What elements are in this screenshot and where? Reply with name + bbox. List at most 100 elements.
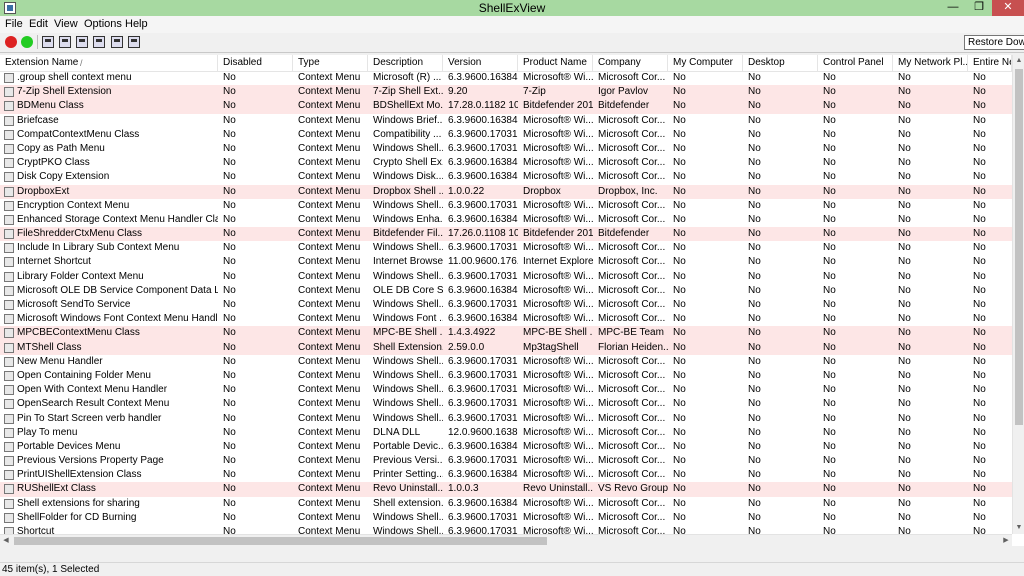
table-row[interactable]: Portable Devices Menu No Context Menu Porta… xyxy=(0,440,1012,454)
properties-icon[interactable] xyxy=(111,36,123,48)
table-row[interactable]: Open With Context Menu Handler No Context … xyxy=(0,383,1012,397)
cell-version: 6.3.9600.17031 ... xyxy=(448,199,518,211)
table-row[interactable]: RUShellExt Class No Context Menu Revo Unins… xyxy=(0,482,1012,497)
cell-my-network-places: No xyxy=(898,256,911,268)
cell-disabled: No xyxy=(223,72,236,83)
cell-company: Microsoft Cor... xyxy=(598,398,666,410)
table-row[interactable]: Open Containing Folder Menu No Context Men… xyxy=(0,369,1012,383)
cell-disabled: No xyxy=(223,100,236,112)
cell-product-name: Microsoft® Wi... xyxy=(523,299,593,310)
cell-type: Context Menu xyxy=(298,426,361,438)
menu-view[interactable]: View xyxy=(54,18,78,30)
table-row[interactable]: Disk Copy Extension No Context Menu Windows… xyxy=(0,170,1012,184)
table-row[interactable]: Library Folder Context Menu No Context Men… xyxy=(0,270,1012,284)
cell-description: Windows Disk... xyxy=(373,171,443,183)
cell-company: Dropbox, Inc. xyxy=(598,185,658,197)
column-header-desktop[interactable]: Desktop xyxy=(743,55,818,71)
cell-description: DLNA DLL xyxy=(373,426,421,438)
html-report-icon[interactable] xyxy=(93,36,105,48)
vertical-scrollbar[interactable]: ▲ ▼ xyxy=(1012,55,1024,534)
column-header-product-name[interactable]: Product Name xyxy=(518,55,593,71)
table-row[interactable]: Encryption Context Menu No Context Menu Win… xyxy=(0,199,1012,213)
scroll-left-icon[interactable]: ◀ xyxy=(0,535,12,546)
vertical-scroll-thumb[interactable] xyxy=(1015,69,1023,425)
cell-my-network-places: No xyxy=(898,242,911,254)
table-row[interactable]: CompatContextMenu Class No Context Menu Com… xyxy=(0,128,1012,142)
menu-file[interactable]: File xyxy=(5,18,23,30)
table-row[interactable]: Internet Shortcut No Context Menu Internet … xyxy=(0,255,1012,269)
column-header-extension-name[interactable]: Extension Name / xyxy=(0,55,218,71)
table-row[interactable]: DropboxExt No Context Menu Dropbox Shell ..… xyxy=(0,184,1012,199)
table-row[interactable]: Microsoft SendTo Service No Context Menu Wi… xyxy=(0,298,1012,312)
cell-disabled: No xyxy=(223,128,236,140)
column-header-type[interactable]: Type xyxy=(293,55,368,71)
column-header-my-computer[interactable]: My Computer xyxy=(668,55,743,71)
cell-desktop: No xyxy=(748,213,761,225)
minimize-button[interactable]: — xyxy=(940,0,966,16)
table-row[interactable]: Previous Versions Property Page No Context… xyxy=(0,454,1012,468)
save-icon[interactable] xyxy=(42,36,54,48)
cell-my-network-places: No xyxy=(898,213,911,225)
cell-desktop: No xyxy=(748,341,761,353)
table-row[interactable]: .group shell context menu No Context Menu M… xyxy=(0,71,1012,85)
menu-options[interactable]: Options xyxy=(84,18,122,30)
column-header-my-network-places[interactable]: My Network Pl... xyxy=(893,55,968,71)
table-row[interactable]: OpenSearch Result Context Menu No Context … xyxy=(0,397,1012,411)
cell-my-computer: No xyxy=(673,284,686,296)
table-row[interactable]: Play To menu No Context Menu DLNA DLL 12.0.9… xyxy=(0,426,1012,440)
column-header-entire-network[interactable]: Entire Net xyxy=(968,55,1012,71)
column-header-company[interactable]: Company xyxy=(593,55,668,71)
table-row[interactable]: MPCBEContextMenu Class No Context Menu MPC-… xyxy=(0,326,1012,341)
exit-icon[interactable] xyxy=(128,36,140,48)
table-row[interactable]: Enhanced Storage Context Menu Handler Cl… xyxy=(0,213,1012,227)
menu-help[interactable]: Help xyxy=(125,18,148,30)
cell-my-network-places: No xyxy=(898,72,911,83)
restore-down-button[interactable]: ❐ xyxy=(966,0,992,16)
cell-control-panel: No xyxy=(823,228,836,240)
title-bar: ShellExView — ❐ ✕ xyxy=(0,0,1024,16)
menu-edit[interactable]: Edit xyxy=(29,18,48,30)
cell-control-panel: No xyxy=(823,284,836,296)
table-row[interactable]: PrintUIShellExtension Class No Context Men… xyxy=(0,468,1012,482)
table-row[interactable]: BDMenu Class No Context Menu BDShellExt Mo.… xyxy=(0,99,1012,114)
table-row[interactable]: Pin To Start Screen verb handler No Contex… xyxy=(0,412,1012,426)
table-row[interactable]: ShellFolder for CD Burning No Context Menu… xyxy=(0,511,1012,525)
cell-extension-name: MPCBEContextMenu Class xyxy=(17,327,140,339)
cell-extension-name: Library Folder Context Menu xyxy=(17,270,144,282)
table-row[interactable]: Microsoft Windows Font Context Menu Hand… xyxy=(0,312,1012,326)
table-row[interactable]: FileShredderCtxMenu Class No Context Menu B… xyxy=(0,227,1012,242)
scroll-down-icon[interactable]: ▼ xyxy=(1013,522,1024,534)
copy-icon[interactable] xyxy=(76,36,88,48)
table-row[interactable]: Copy as Path Menu No Context Menu Windows S… xyxy=(0,142,1012,156)
table-row[interactable]: Shell extensions for sharing No Context Me… xyxy=(0,497,1012,511)
scroll-right-icon[interactable]: ▶ xyxy=(1000,535,1012,546)
column-header-disabled[interactable]: Disabled xyxy=(218,55,293,71)
enable-item-icon[interactable] xyxy=(21,36,33,48)
table-row[interactable]: MTShell Class No Context Menu Shell Extensi… xyxy=(0,340,1012,355)
table-row[interactable]: Microsoft OLE DB Service Component Data … xyxy=(0,284,1012,298)
horizontal-scroll-thumb[interactable] xyxy=(14,537,547,545)
cell-description: Windows Shell... xyxy=(373,142,443,154)
disable-item-icon[interactable] xyxy=(5,36,17,48)
column-header-control-panel[interactable]: Control Panel xyxy=(818,55,893,71)
cell-company: Microsoft Cor... xyxy=(598,242,666,254)
cell-disabled: No xyxy=(223,213,236,225)
table-row[interactable]: New Menu Handler No Context Menu Windows Sh… xyxy=(0,355,1012,369)
cell-extension-name: Enhanced Storage Context Menu Handler Cl… xyxy=(17,213,218,225)
cell-disabled: No xyxy=(223,114,236,126)
cell-extension-name: Include In Library Sub Context Menu xyxy=(17,242,180,254)
column-header-version[interactable]: Version xyxy=(443,55,518,71)
cell-disabled: No xyxy=(223,270,236,282)
column-header-description[interactable]: Description xyxy=(368,55,443,71)
table-row[interactable]: 7-Zip Shell Extension No Context Menu 7-Zip… xyxy=(0,85,1012,100)
close-button[interactable]: ✕ xyxy=(992,0,1024,16)
table-row[interactable]: Briefcase No Context Menu Windows Brief... 6… xyxy=(0,114,1012,128)
horizontal-scrollbar[interactable]: ◀ ▶ xyxy=(0,534,1012,546)
cell-version: 1.0.0.3 xyxy=(448,483,479,495)
table-row[interactable]: Include In Library Sub Context Menu No Con… xyxy=(0,241,1012,255)
table-row[interactable]: CryptPKO Class No Context Menu Crypto Shell… xyxy=(0,156,1012,170)
cell-desktop: No xyxy=(748,157,761,169)
refresh-icon[interactable] xyxy=(59,36,71,48)
scroll-up-icon[interactable]: ▲ xyxy=(1013,55,1024,67)
extension-list[interactable]: Extension Name / Disabled Type Descriptio… xyxy=(0,55,1024,546)
